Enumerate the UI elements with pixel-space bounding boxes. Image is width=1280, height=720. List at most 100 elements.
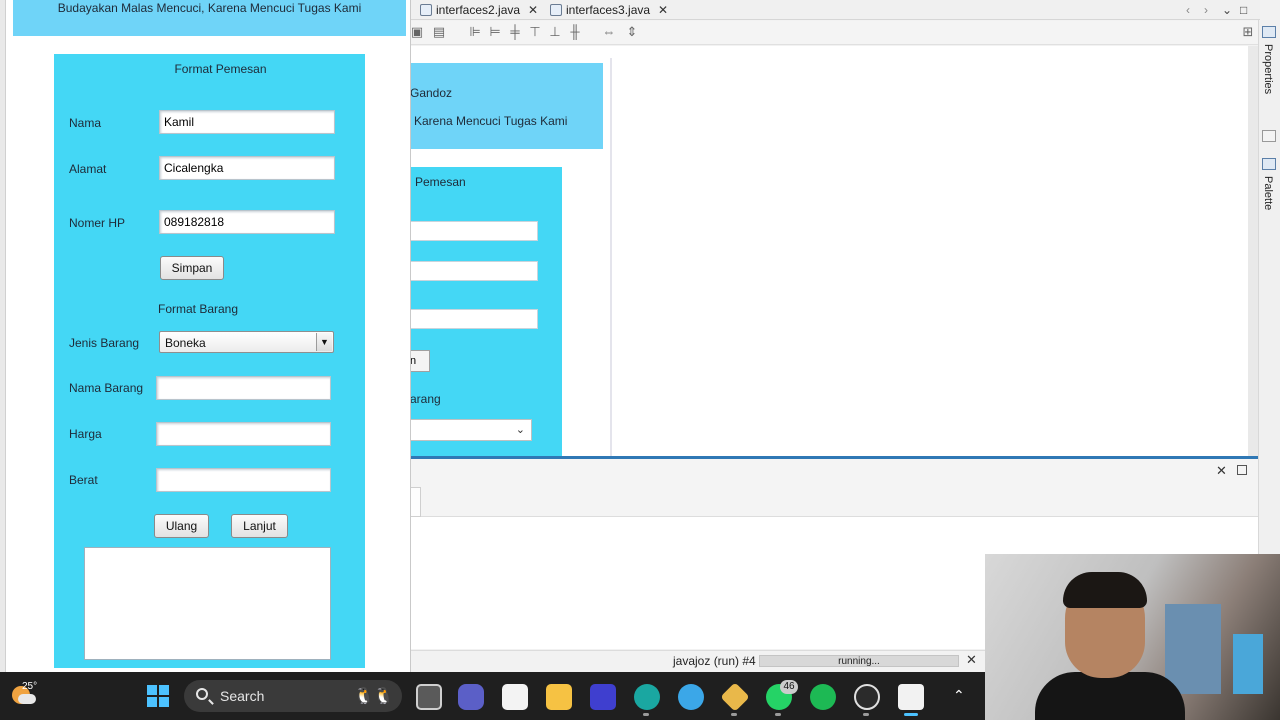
person-body — [1035, 672, 1185, 720]
chevron-down-icon[interactable]: ▼ — [316, 333, 332, 351]
nomer-hp-label: Nomer HP — [69, 216, 126, 230]
properties-tab[interactable]: Properties — [1262, 44, 1274, 94]
design-form-panel[interactable]: Pemesan n arang ⌄ — [410, 167, 562, 456]
visual-studio-icon[interactable] — [590, 684, 616, 710]
align-top-icon[interactable]: ⊤ — [528, 25, 542, 39]
nomer-hp-field[interactable] — [159, 210, 335, 234]
jenis-barang-select[interactable]: Boneka ▼ — [159, 331, 334, 353]
properties-icon[interactable] — [1262, 26, 1276, 38]
tab-scroll-right-icon[interactable]: › — [1204, 0, 1208, 20]
person-hair — [1063, 572, 1147, 608]
design-field-hp[interactable] — [410, 309, 538, 329]
order-form-panel: Format Pemesan Nama Alamat Nomer HP Simp… — [54, 54, 365, 668]
close-icon[interactable]: ✕ — [1216, 463, 1227, 479]
grid-icon[interactable]: ⊞ — [1241, 25, 1255, 39]
tab-interfaces3[interactable]: interfaces3.java ✕ — [544, 0, 674, 20]
design-jenis-combo[interactable]: ⌄ — [410, 419, 532, 441]
spotify-icon[interactable] — [810, 684, 836, 710]
design-field-alamat[interactable] — [410, 261, 538, 281]
app-window: Budayakan Malas Mencuci, Karena Mencuci … — [0, 0, 411, 672]
window-edge — [0, 0, 6, 672]
align-left-icon[interactable]: ⊫ — [468, 25, 482, 39]
alamat-field[interactable] — [159, 156, 335, 180]
chevron-up-icon[interactable]: ⌃ — [953, 687, 965, 704]
tab-scroll-left-icon[interactable]: ‹ — [1186, 0, 1190, 20]
header-tagline: Budayakan Malas Mencuci, Karena Mencuci … — [57, 1, 362, 15]
nama-barang-field[interactable] — [156, 376, 331, 400]
task-view-icon[interactable] — [416, 684, 442, 710]
close-icon[interactable]: ✕ — [528, 3, 538, 17]
desktop: interfaces2.java ✕ interfaces3.java ✕ ‹ … — [0, 0, 1280, 720]
designer-toolbar: ▣ ▤ ⊫ ⊨ ╪ ⊤ ⊥ ╫ ⇔ ⇕ ⊞ — [410, 21, 1260, 45]
windows-start-icon[interactable] — [147, 685, 169, 707]
form-title: Format Pemesan — [174, 62, 267, 76]
running-indicator — [731, 713, 737, 716]
resize-horizontal-icon[interactable]: ⇔ — [602, 25, 616, 39]
harga-label: Harga — [69, 427, 102, 441]
active-indicator — [904, 713, 918, 716]
webcam-overlay — [985, 554, 1280, 720]
design-simpan-button[interactable]: n — [410, 350, 430, 372]
running-indicator — [643, 713, 649, 716]
chevron-down-icon: ⌄ — [515, 424, 525, 436]
output-header — [410, 459, 1258, 517]
design-field-nama[interactable] — [410, 221, 538, 241]
align-right-icon[interactable]: ⊨ — [488, 25, 502, 39]
design-form-title: Pemesan — [415, 175, 466, 189]
palette-tab[interactable]: Palette — [1262, 176, 1274, 210]
running-indicator — [863, 713, 869, 716]
java-file-icon — [420, 4, 432, 16]
nama-field[interactable] — [159, 110, 335, 134]
run-progress-bar: running... — [759, 655, 959, 667]
jenis-barang-label: Jenis Barang — [69, 336, 140, 350]
search-label: Search — [220, 688, 265, 704]
restore-icon[interactable] — [1237, 465, 1247, 475]
java-icon[interactable] — [898, 684, 924, 710]
berat-label: Berat — [69, 473, 98, 487]
search-icon — [196, 688, 208, 700]
teams-icon[interactable] — [458, 684, 484, 710]
jenis-barang-value: Boneka — [165, 336, 206, 350]
java-file-icon — [550, 4, 562, 16]
window-icon[interactable] — [1262, 130, 1276, 142]
run-status-label: javajoz (run) #4 — [673, 654, 756, 668]
penguins-icon: 🐧🐧 — [354, 688, 394, 705]
close-icon[interactable]: ✕ — [966, 652, 977, 668]
background-shelf — [1165, 604, 1221, 694]
design-scrollbar[interactable] — [1248, 46, 1258, 456]
preview-icon[interactable]: ▣ — [410, 25, 424, 39]
lanjut-button[interactable]: Lanjut — [231, 514, 288, 538]
tab-label: interfaces2.java — [436, 3, 521, 17]
berat-field[interactable] — [156, 468, 331, 492]
output-tab[interactable] — [410, 487, 421, 517]
palette-icon[interactable] — [1262, 158, 1276, 170]
align-bottom-icon[interactable]: ⊥ — [548, 25, 562, 39]
tab-label: interfaces3.java — [566, 3, 651, 17]
tab-list-icon[interactable]: ⌄ — [1222, 0, 1232, 20]
simpan-button[interactable]: Simpan — [160, 256, 224, 280]
whatsapp-badge: 46 — [780, 680, 798, 694]
microsoft-store-icon[interactable] — [502, 684, 528, 710]
file-explorer-icon[interactable] — [546, 684, 572, 710]
barang-section-title: Format Barang — [158, 302, 239, 316]
output-textarea[interactable] — [84, 547, 331, 660]
maximize-icon[interactable]: □ — [1240, 0, 1247, 20]
design-header-panel[interactable]: Gandoz Karena Mencuci Tugas Kami — [410, 63, 603, 149]
design-barang-title: arang — [410, 392, 441, 406]
center-vertical-icon[interactable]: ╫ — [568, 25, 582, 39]
taskbar-search[interactable]: Search 🐧🐧 — [184, 680, 402, 712]
edge-icon[interactable] — [634, 684, 660, 710]
close-icon[interactable]: ✕ — [658, 3, 668, 17]
nama-label: Nama — [69, 116, 102, 130]
tab-interfaces2[interactable]: interfaces2.java ✕ — [414, 0, 544, 20]
editor-tab-bar: interfaces2.java ✕ interfaces3.java ✕ ‹ … — [410, 0, 1260, 20]
center-horizontal-icon[interactable]: ╪ — [508, 25, 522, 39]
resize-vertical-icon[interactable]: ⇕ — [625, 25, 639, 39]
background-object — [1233, 634, 1263, 694]
connection-icon[interactable]: ▤ — [432, 25, 446, 39]
obs-icon[interactable] — [854, 684, 880, 710]
ulang-button[interactable]: Ulang — [154, 514, 209, 538]
design-header-tagline: Karena Mencuci Tugas Kami — [414, 114, 568, 128]
canva-icon[interactable] — [678, 684, 704, 710]
harga-field[interactable] — [156, 422, 331, 446]
